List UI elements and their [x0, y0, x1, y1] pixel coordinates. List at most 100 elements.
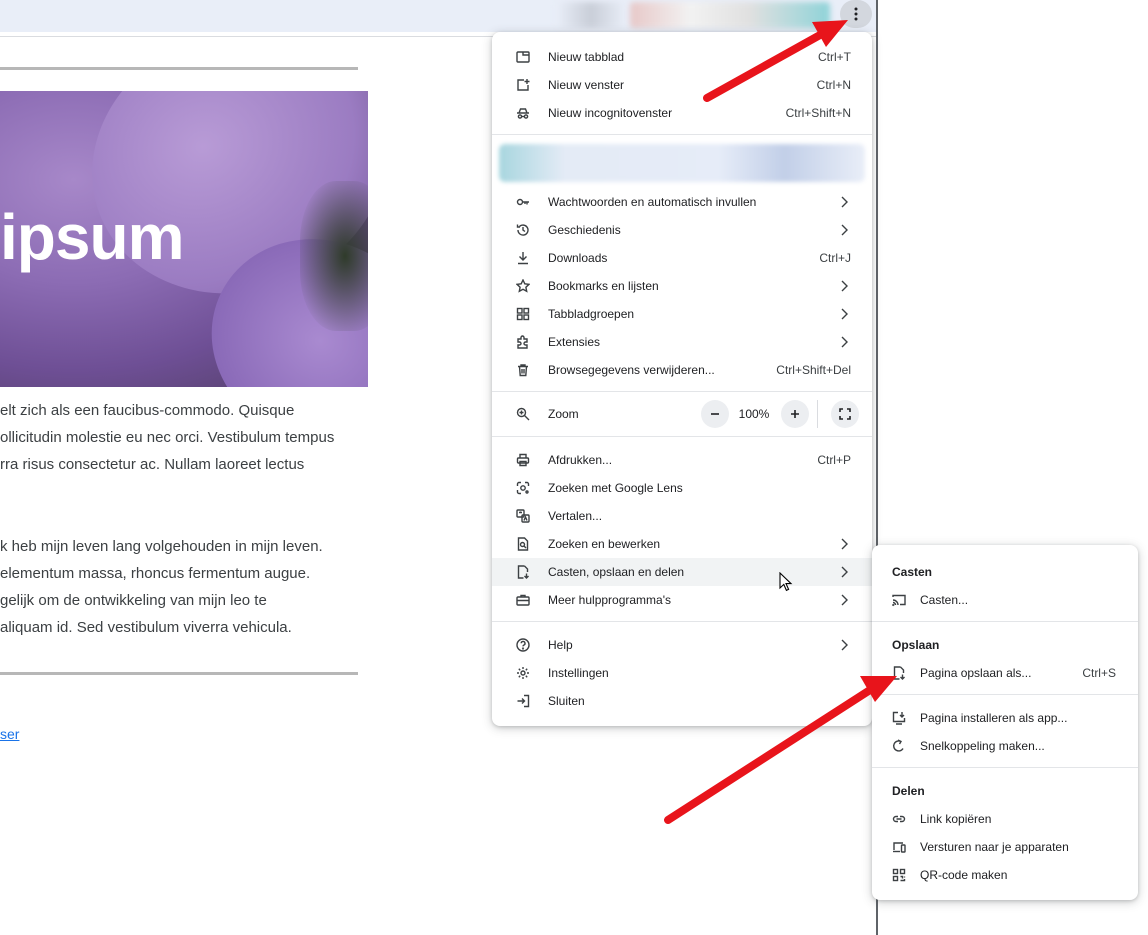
- zoom-label: Zoom: [548, 407, 579, 421]
- page-link[interactable]: ser: [0, 726, 19, 742]
- menu-item-save-page-as[interactable]: Pagina opslaan als... Ctrl+S: [872, 659, 1138, 687]
- print-icon: [516, 453, 530, 467]
- zoom-out-button[interactable]: [701, 400, 729, 428]
- menu-item-shortcut: Ctrl+J: [819, 251, 851, 265]
- paragraph-line: k heb mijn leven lang volgehouden in mij…: [0, 538, 323, 555]
- menu-item-new-window[interactable]: Nieuw venster Ctrl+N: [492, 71, 872, 99]
- menu-item-label: Instellingen: [548, 666, 609, 680]
- menu-item-print[interactable]: Afdrukken... Ctrl+P: [492, 446, 872, 474]
- help-icon: [516, 638, 530, 652]
- translate-icon: [516, 509, 530, 523]
- menu-item-history[interactable]: Geschiedenis: [492, 216, 872, 244]
- profile-row-blurred[interactable]: [499, 144, 865, 182]
- chevron-right-icon: [840, 280, 848, 292]
- shortcut-icon: [892, 739, 906, 753]
- menu-item-label: QR-code maken: [920, 868, 1008, 882]
- menu-item-cast[interactable]: Casten...: [872, 586, 1138, 614]
- section-header-save: Opslaan: [892, 638, 940, 652]
- menu-item-send-to-devices[interactable]: Versturen naar je apparaten: [872, 833, 1138, 861]
- kebab-menu-icon: [854, 7, 858, 21]
- menu-item-label: Versturen naar je apparaten: [920, 840, 1069, 854]
- menu-separator: [492, 391, 872, 392]
- menu-item-copy-link[interactable]: Link kopiëren: [872, 805, 1138, 833]
- menu-item-bookmarks[interactable]: Bookmarks en lijsten: [492, 272, 872, 300]
- menu-separator: [872, 767, 1138, 768]
- paragraph-line: elt zich als een faucibus-commodo. Quisq…: [0, 402, 295, 419]
- chevron-right-icon: [840, 196, 848, 208]
- menu-item-shortcut: Ctrl+Shift+N: [785, 106, 851, 120]
- menu-item-cast-save-share[interactable]: Casten, opslaan en delen: [492, 558, 872, 586]
- link-icon: [892, 812, 906, 826]
- section-header-share: Delen: [892, 784, 925, 798]
- menu-item-exit[interactable]: Sluiten: [492, 687, 872, 715]
- menu-separator: [492, 436, 872, 437]
- chevron-right-icon: [840, 566, 848, 578]
- cast-save-share-icon: [516, 565, 530, 579]
- chevron-right-icon: [840, 639, 848, 651]
- menu-item-shortcut: Ctrl+T: [818, 50, 851, 64]
- menu-item-label: Casten...: [920, 593, 969, 607]
- paragraph-1: elt zich als een faucibus-commodo. Quisq…: [0, 397, 360, 478]
- new-window-icon: [516, 78, 530, 92]
- menu-item-more-tools[interactable]: Meer hulpprogramma's: [492, 586, 872, 614]
- menu-item-new-tab[interactable]: Nieuw tabblad Ctrl+T: [492, 43, 872, 71]
- menu-item-clear-data[interactable]: Browsegegevens verwijderen... Ctrl+Shift…: [492, 356, 872, 384]
- chrome-main-menu: Nieuw tabblad Ctrl+T Nieuw venster Ctrl+…: [492, 32, 872, 726]
- incognito-icon: [516, 106, 530, 120]
- menu-item-find-edit[interactable]: Zoeken en bewerken: [492, 530, 872, 558]
- menu-item-new-incognito[interactable]: Nieuw incognitovenster Ctrl+Shift+N: [492, 99, 872, 127]
- paragraph-line: aliquam id. Sed vestibulum viverra vehic…: [0, 619, 292, 636]
- chevron-right-icon: [840, 594, 848, 606]
- chrome-menu-button[interactable]: [840, 0, 872, 28]
- menu-item-label: Geschiedenis: [548, 223, 621, 237]
- menu-item-translate[interactable]: Vertalen...: [492, 502, 872, 530]
- menu-item-label: Help: [548, 638, 573, 652]
- menu-item-label: Nieuw incognitovenster: [548, 106, 673, 120]
- history-icon: [516, 223, 530, 237]
- menu-item-help[interactable]: Help: [492, 631, 872, 659]
- menu-item-passwords[interactable]: Wachtwoorden en automatisch invullen: [492, 188, 872, 216]
- menu-item-create-shortcut[interactable]: Snelkoppeling maken...: [872, 732, 1138, 760]
- menu-item-label: Snelkoppeling maken...: [920, 739, 1045, 753]
- menu-item-label: Wachtwoorden en automatisch invullen: [548, 195, 757, 209]
- menu-item-shortcut: Ctrl+N: [816, 78, 851, 92]
- browser-toolbar: [0, 0, 876, 32]
- menu-item-tab-groups[interactable]: Tabbladgroepen: [492, 300, 872, 328]
- menu-item-label: Nieuw venster: [548, 78, 625, 92]
- paragraph-line: rra risus consectetur ac. Nullam laoreet…: [0, 456, 305, 473]
- zoom-level: 100%: [738, 407, 770, 421]
- section-header-cast: Casten: [892, 565, 933, 579]
- zoom-in-button[interactable]: [781, 400, 809, 428]
- page-divider-bottom: [0, 672, 358, 675]
- chevron-right-icon: [840, 224, 848, 236]
- zoom-row: Zoom 100%: [492, 400, 872, 428]
- save-page-icon: [892, 666, 906, 680]
- menu-item-qr-code[interactable]: QR-code maken: [872, 861, 1138, 889]
- menu-item-install-app[interactable]: Pagina installeren als app...: [872, 704, 1138, 732]
- menu-item-label: Nieuw tabblad: [548, 50, 625, 64]
- page-divider-top: [0, 67, 358, 70]
- star-icon: [516, 279, 530, 293]
- menu-item-extensions[interactable]: Extensies: [492, 328, 872, 356]
- menu-item-label: Vertalen...: [548, 509, 603, 523]
- menu-item-label: Downloads: [548, 251, 608, 265]
- menu-item-label: Sluiten: [548, 694, 585, 708]
- menu-item-downloads[interactable]: Downloads Ctrl+J: [492, 244, 872, 272]
- google-lens-icon: [516, 481, 530, 495]
- menu-item-google-lens[interactable]: Zoeken met Google Lens: [492, 474, 872, 502]
- new-tab-icon: [516, 50, 530, 64]
- fullscreen-button[interactable]: [831, 400, 859, 428]
- paragraph-line: ollicitudin molestie eu nec orci. Vestib…: [0, 429, 335, 446]
- menu-item-shortcut: Ctrl+S: [1082, 666, 1116, 680]
- trash-icon: [516, 363, 530, 377]
- hero-title: ipsum: [0, 201, 184, 273]
- cast-icon: [892, 593, 906, 607]
- menu-item-label: Casten, opslaan en delen: [548, 565, 685, 579]
- key-icon: [516, 195, 530, 209]
- menu-item-label: Extensies: [548, 335, 601, 349]
- blurred-extensions: [556, 2, 626, 28]
- paragraph-line: gelijk om de ontwikkeling van mijn leo t…: [0, 592, 267, 609]
- toolbox-icon: [516, 593, 530, 607]
- qr-code-icon: [892, 868, 906, 882]
- menu-item-settings[interactable]: Instellingen: [492, 659, 872, 687]
